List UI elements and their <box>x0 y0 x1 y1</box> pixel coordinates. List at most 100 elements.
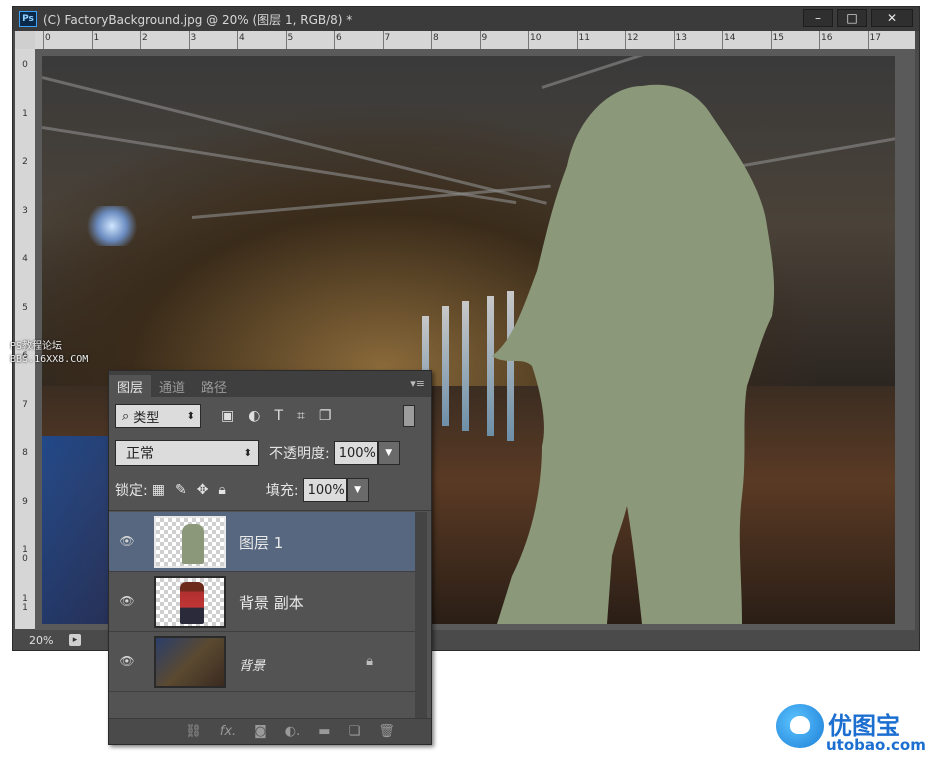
ruler-tick-label: 13 <box>675 33 687 43</box>
horizontal-ruler[interactable]: 0 1 2 3 4 5 6 7 8 9 10 11 12 13 14 15 16 17 <box>35 31 915 50</box>
minimize-button[interactable]: – <box>803 9 833 27</box>
ruler-tick-label: 16 <box>821 33 833 43</box>
folder-icon[interactable]: ▬ <box>318 724 330 739</box>
ruler-tick <box>625 31 626 49</box>
mask-icon[interactable]: ◙ <box>254 724 267 739</box>
forum-watermark: PS教程论坛 BBS.16XX8.COM <box>10 340 88 366</box>
tab-paths[interactable]: 路径 <box>193 375 235 397</box>
ruler-tick-label: 5 <box>22 302 28 313</box>
lock-label: 锁定: <box>115 483 148 499</box>
ruler-tick-label: 1 0 <box>22 545 28 564</box>
shape-filter-icon[interactable]: ⌗ <box>297 408 305 424</box>
watermark-line: PS教程论坛 <box>10 341 63 352</box>
watermark-line: BBS.16XX8.COM <box>10 354 89 365</box>
ruler-tick <box>140 31 141 49</box>
ruler-tick <box>285 31 287 49</box>
ruler-tick-label: 9 <box>481 33 488 43</box>
smart-object-filter-icon[interactable]: ❐ <box>319 408 332 424</box>
tab-channels[interactable]: 通道 <box>151 375 193 397</box>
image-filter-icon[interactable]: ▣ <box>221 408 234 424</box>
lock-image-icon[interactable]: ✎ <box>175 482 187 498</box>
type-filter-icon[interactable]: T <box>274 408 283 424</box>
layer-name[interactable]: 图层 1 <box>239 532 283 553</box>
ruler-tick <box>479 31 481 49</box>
ruler-tick <box>819 31 820 49</box>
ruler-tick-label: 3 <box>22 205 28 216</box>
filter-toggle-switch[interactable] <box>403 405 415 427</box>
ruler-tick-label: 3 <box>190 33 197 43</box>
layer-row-layer1[interactable]: 👁︎ 图层 1 <box>109 512 415 572</box>
fill-dropdown-button[interactable]: ▼ <box>346 478 369 502</box>
layer-name[interactable]: 背景 副本 <box>239 592 304 613</box>
lock-transparent-icon[interactable]: ▦ <box>152 482 165 498</box>
layers-list: 👁︎ 图层 1 👁︎ 背景 副本 👁︎ 背景 🔒︎ <box>109 512 415 719</box>
ruler-tick-label: 0 <box>22 60 28 70</box>
ruler-tick <box>334 31 335 49</box>
chevron-updown-icon: ⬍ <box>186 410 195 422</box>
ruler-tick <box>770 31 772 49</box>
close-button[interactable]: ✕ <box>871 9 913 27</box>
ruler-origin[interactable] <box>15 31 35 49</box>
ruler-tick-label: 4 <box>239 33 245 43</box>
ruler-tick <box>673 31 675 49</box>
utobao-logo-icon <box>776 704 824 748</box>
chevron-updown-icon: ⬍ <box>243 447 252 459</box>
blend-row: 正常 ⬍ 不透明度: 100% ▼ <box>115 439 425 467</box>
blend-mode-value: 正常 <box>126 446 154 462</box>
visibility-eye-icon[interactable]: 👁︎ <box>119 534 135 550</box>
maximize-button[interactable]: □ <box>837 9 867 27</box>
ruler-tick-label: 14 <box>724 33 736 43</box>
ruler-tick <box>431 31 432 49</box>
layer-name[interactable]: 背景 <box>239 655 265 674</box>
panel-menu-icon[interactable]: ▾≡ <box>410 377 425 390</box>
layer-lock-icon: 🔒︎ <box>366 654 373 669</box>
search-icon: ⌕ <box>122 408 130 424</box>
fx-icon[interactable]: fx. <box>220 724 236 739</box>
lock-row: 锁定: ▦ ✎ ✥ 🔒︎ 填充: 100% ▼ <box>115 476 425 504</box>
ruler-tick-label: 1 <box>22 108 28 119</box>
title-bar[interactable]: Ps (C) FactoryBackground.jpg @ 20% (图层 1… <box>13 7 919 31</box>
layers-scrollbar[interactable] <box>415 512 427 719</box>
ruler-tick-label: 9 <box>22 496 28 507</box>
fill-input[interactable]: 100% <box>302 478 347 502</box>
ruler-tick <box>867 31 869 49</box>
adjustment-filter-icon[interactable]: ◐ <box>248 408 260 424</box>
tab-layers[interactable]: 图层 <box>109 375 152 397</box>
ruler-tick-label: 4 <box>22 254 28 264</box>
ruler-tick-label: 8 <box>22 448 28 458</box>
ruler-tick-label: 2 <box>22 157 28 167</box>
adjustment-icon[interactable]: ◐. <box>285 724 300 739</box>
silhouette-thumb <box>182 524 204 564</box>
document-info-icon[interactable]: ▸ <box>69 634 81 646</box>
ruler-tick <box>91 31 93 49</box>
panel-footer: ⛓ fx. ◙ ◐. ▬ ❏ 🗑︎ <box>109 718 431 744</box>
visibility-eye-icon[interactable]: 👁︎ <box>119 654 135 670</box>
fill-label: 填充: <box>265 483 299 499</box>
new-layer-icon[interactable]: ❏ <box>349 724 361 739</box>
opacity-input[interactable]: 100% <box>333 441 378 465</box>
link-icon[interactable]: ⛓ <box>185 724 202 739</box>
filter-kind-select[interactable]: ⌕ 类型 ⬍ <box>115 404 201 428</box>
lock-all-icon[interactable]: 🔒︎ <box>218 482 225 498</box>
layer-row-background[interactable]: 👁︎ 背景 🔒︎ <box>109 632 415 692</box>
ruler-tick <box>528 31 529 49</box>
opacity-dropdown-button[interactable]: ▼ <box>377 441 400 465</box>
brand-url: utobao.com <box>826 736 926 754</box>
ruler-tick-label: 8 <box>433 33 439 43</box>
filter-kind-label: 类型 <box>133 410 160 426</box>
ruler-tick-label: 1 1 <box>22 593 28 613</box>
blend-mode-select[interactable]: 正常 ⬍ <box>115 440 259 466</box>
ruler-tick-label: 5 <box>287 33 294 43</box>
ruler-tick-label: 7 <box>22 399 28 410</box>
layer-row-background-copy[interactable]: 👁︎ 背景 副本 <box>109 572 415 632</box>
panel-tabs: 图层 通道 路径 ▾≡ <box>109 371 431 397</box>
layer-thumbnail <box>154 576 226 628</box>
ruler-tick-label: 10 <box>530 33 542 43</box>
zoom-level[interactable]: 20% <box>15 634 69 647</box>
visibility-eye-icon[interactable]: 👁︎ <box>119 594 135 610</box>
lock-position-icon[interactable]: ✥ <box>197 482 209 498</box>
ruler-tick <box>43 31 44 49</box>
trash-icon[interactable]: 🗑︎ <box>378 724 395 739</box>
ruler-tick-label: 1 <box>93 33 100 43</box>
vertical-ruler[interactable]: 01234567891 01 1 <box>15 49 36 629</box>
